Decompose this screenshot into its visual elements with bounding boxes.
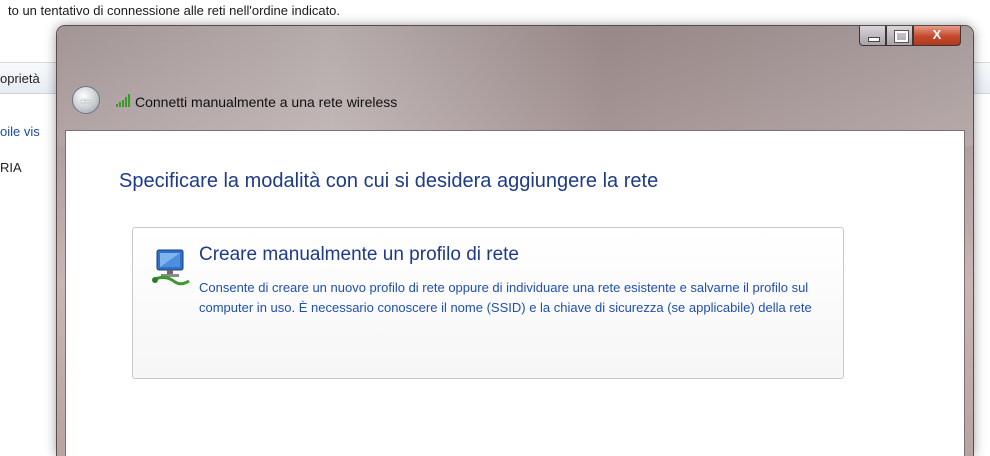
background-list-item[interactable]: oile vis: [0, 124, 40, 139]
caption-buttons: X: [859, 26, 961, 48]
maximize-icon: [894, 30, 909, 43]
background-properties-button[interactable]: oprietà: [0, 71, 40, 86]
close-button[interactable]: X: [913, 26, 961, 46]
maximize-button[interactable]: [886, 26, 913, 46]
minimize-icon: [868, 37, 880, 42]
back-button[interactable]: ←: [72, 86, 100, 114]
window-title: Connetti manualmente a una rete wireless: [135, 94, 398, 110]
main-instruction: Specificare la modalità con cui si desid…: [119, 170, 659, 192]
background-list-item[interactable]: RIA: [0, 160, 22, 175]
wizard-content: Specificare la modalità con cui si desid…: [65, 130, 965, 456]
wireless-signal-icon: [115, 94, 133, 113]
manual-profile-option[interactable]: Creare manualmente un profilo di rete Co…: [132, 227, 844, 379]
background-header-text: to un tentativo di connessione alle reti…: [8, 3, 341, 18]
back-arrow-icon: ←: [78, 91, 94, 108]
minimize-button[interactable]: [859, 26, 886, 46]
option-description: Consente di creare un nuovo profilo di r…: [199, 280, 812, 315]
wizard-window: X ← Connetti manualmente a una rete wire…: [57, 26, 973, 456]
network-computer-icon: [151, 248, 191, 293]
option-title: Creare manualmente un profilo di rete: [199, 244, 520, 265]
close-icon: X: [932, 27, 942, 42]
